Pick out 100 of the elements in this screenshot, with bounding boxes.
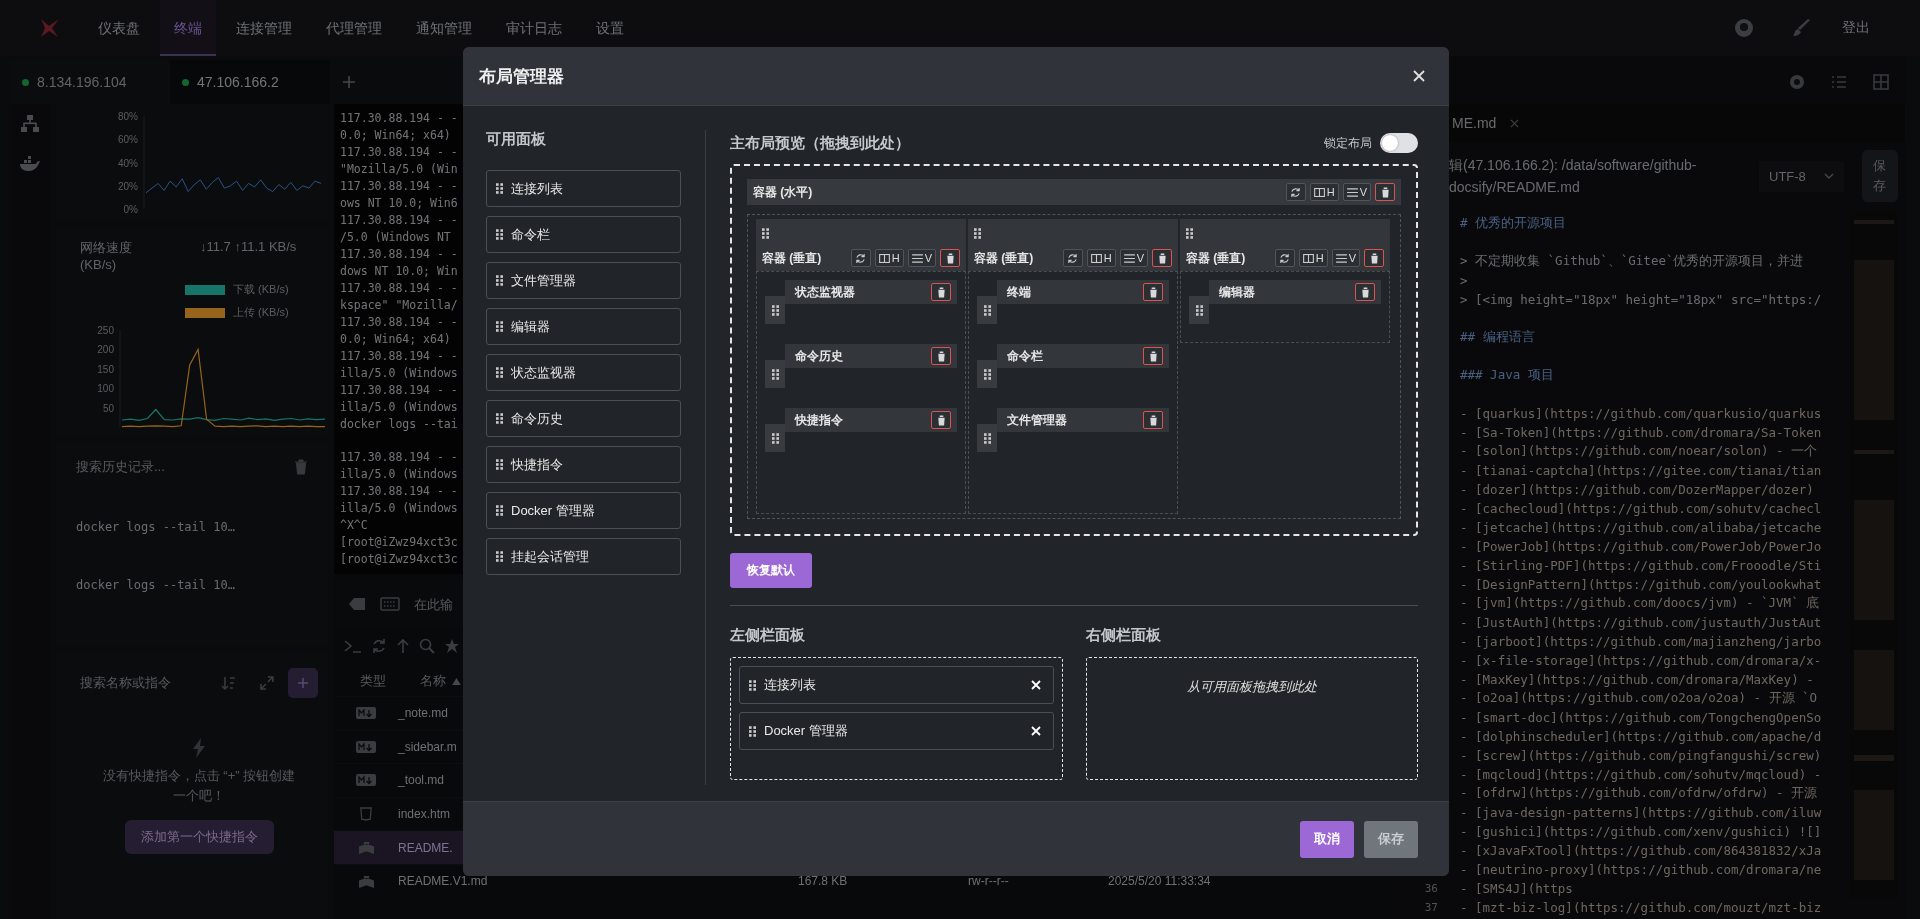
terminal-line: illa/5.0 (Windows bbox=[340, 399, 458, 416]
terminal-line: 117.30.88.194 - - bbox=[340, 144, 458, 161]
history-item[interactable]: docker logs --tail 10… bbox=[76, 520, 308, 534]
nav-tab[interactable]: 连接管理 bbox=[222, 0, 306, 56]
code-line: - [smart-doc](https://github.com/TongchengOpenSo bbox=[1460, 710, 1822, 725]
file-size: 167.8 KB bbox=[798, 874, 849, 889]
container-header[interactable]: 容器 (垂直) H V bbox=[1180, 219, 1390, 271]
code-line: - [jvm](https://github.com/doocs/jvm) - `JVM` 底 bbox=[1460, 595, 1820, 612]
panel-name: 命令历史 bbox=[795, 347, 843, 365]
code-line: - [gushici](https://github.com/xenv/gushici) ![] bbox=[1460, 824, 1822, 839]
panel-name: 终端 bbox=[1007, 283, 1031, 301]
nav-tab[interactable]: 通知管理 bbox=[402, 0, 486, 56]
rows-button[interactable]: V bbox=[1331, 249, 1360, 267]
sidebar-panel-item[interactable]: 连接列表 bbox=[739, 666, 1054, 704]
panel-name: 连接列表 bbox=[764, 676, 817, 694]
code-line: - [mzt-biz-log](https://github.com/mouzt/mzt-biz bbox=[1460, 900, 1822, 915]
container-label: 容器 (垂直) bbox=[974, 249, 1034, 267]
sidebar-panel-item[interactable]: Docker 管理器 bbox=[739, 712, 1054, 750]
container-label: 容器 (垂直) bbox=[1186, 249, 1246, 267]
file-name: README.V1.md bbox=[398, 874, 489, 889]
section-title: 可用面板 bbox=[486, 130, 547, 149]
panel-item[interactable]: 命令历史 bbox=[486, 400, 681, 437]
tick-label: 150 bbox=[97, 363, 114, 375]
panel-item[interactable]: 快捷指令 bbox=[486, 446, 681, 483]
code-line: ### Java 项目 bbox=[1460, 367, 1554, 384]
panel-item[interactable]: Docker 管理器 bbox=[486, 492, 681, 529]
code-line: - [tianai-captcha](https://gitee.com/tianai/tian bbox=[1460, 463, 1822, 478]
host-tab[interactable]: 47.106.166.2 bbox=[170, 60, 330, 104]
container-label: 容器 (水平) bbox=[753, 183, 813, 201]
host-address: 8.134.196.104 bbox=[37, 74, 127, 90]
terminal-line: /5.0 (Windows NT bbox=[340, 229, 451, 246]
container-header[interactable]: 容器 (水平) H V bbox=[747, 179, 1401, 205]
code-line: - [mqcloud](https://github.com/sohutv/mqcloud) - bbox=[1460, 767, 1822, 782]
tick-label: 20% bbox=[118, 180, 138, 192]
nav-tab[interactable]: 代理管理 bbox=[312, 0, 396, 56]
code-line: - [JustAuth](https://github.com/justauth/JustAut bbox=[1460, 615, 1822, 630]
tick-label: 60% bbox=[118, 134, 138, 146]
code-line: - [cachecloud](https://github.com/sohutv/cachecl bbox=[1460, 501, 1822, 516]
code-line: > 不定期收集 `Github`、`Gitee`优秀的开源项目，并进 bbox=[1460, 253, 1804, 270]
code-line: - [quarkus](https://github.com/quarkusio/quarkus bbox=[1460, 406, 1822, 421]
columns-button[interactable]: H bbox=[1086, 249, 1116, 267]
restore-default-button[interactable]: 恢复默认 bbox=[730, 553, 812, 588]
terminal-line: 117.30.88.194 - - bbox=[340, 483, 458, 500]
rows-button[interactable]: V bbox=[1119, 249, 1148, 267]
legend-label: 上传 (KB/s) bbox=[233, 305, 289, 320]
file-name: README. bbox=[398, 840, 454, 855]
code-line: - [ofdrw](https://github.com/ofdrw/ofdrw) - 开源 bbox=[1460, 785, 1818, 802]
code-line: - [DesignPattern](https://github.com/youlookwhat bbox=[1460, 577, 1822, 592]
columns-button[interactable]: H bbox=[874, 249, 904, 267]
terminal-line: 0.0; Win64; x64) bbox=[340, 127, 451, 144]
file-name: index.htm bbox=[398, 807, 452, 822]
terminal-line: 117.30.88.194 - - bbox=[340, 212, 458, 229]
code-line: > bbox=[1460, 273, 1468, 288]
panel-item[interactable]: 编辑器 bbox=[486, 308, 681, 345]
code-line: - [MaxKey](https://github.com/dromara/MaxKey) - bbox=[1460, 672, 1814, 687]
host-address: 47.106.166.2 bbox=[197, 74, 279, 90]
panel-item[interactable]: 命令栏 bbox=[486, 216, 681, 253]
cancel-button[interactable]: 取消 bbox=[1300, 820, 1354, 858]
container-header[interactable]: 容器 (垂直) H V bbox=[968, 219, 1178, 271]
panel-name: 命令栏 bbox=[1007, 347, 1043, 365]
code-line: - [neutrino-proxy](https://github.com/dromara/ne bbox=[1460, 862, 1822, 877]
panel-item[interactable]: 连接列表 bbox=[486, 170, 681, 207]
rows-button[interactable]: V bbox=[907, 249, 936, 267]
panel-item[interactable]: 挂起会话管理 bbox=[486, 538, 681, 575]
panel-name: 快捷指令 bbox=[511, 455, 563, 474]
tick-label: 200 bbox=[97, 344, 114, 356]
dialog-title: 布局管理器 bbox=[479, 65, 564, 88]
file-path: 辑(47.106.166.2): /data/software/github-docsify/README.md bbox=[1449, 156, 1698, 197]
panel-name: Docker 管理器 bbox=[511, 501, 595, 520]
columns-button[interactable]: H bbox=[1298, 249, 1328, 267]
code-line: - [Stirling-PDF](https://github.com/Frooodle/Sti bbox=[1460, 558, 1822, 573]
panel-item[interactable]: 状态监视器 bbox=[486, 354, 681, 391]
container-header[interactable]: 容器 (垂直) H V bbox=[756, 219, 966, 271]
logout-link[interactable]: 登出 bbox=[1842, 19, 1870, 37]
columns-button[interactable]: H bbox=[1309, 183, 1339, 201]
file-tab[interactable]: ME.md bbox=[1392, 115, 1520, 131]
command-input[interactable]: 在此输 bbox=[414, 596, 454, 612]
file-name: _tool.md bbox=[398, 773, 446, 788]
code-line: ## 编程语言 bbox=[1460, 329, 1535, 346]
code-line: - [jetcache](https://github.com/alibaba/jetcache bbox=[1460, 520, 1822, 535]
panel-name: 命令历史 bbox=[511, 409, 563, 428]
terminal-line: [root@iZwz94xct3c bbox=[340, 551, 458, 568]
code-line: - [o2oa](https://github.com/o2oa/o2oa) - 开源 `O bbox=[1460, 690, 1818, 707]
terminal-line: 117.30.88.194 - - bbox=[340, 449, 458, 466]
terminal-line: illa/5.0 (Windows bbox=[340, 466, 458, 483]
file-permissions: rw-r--r-- bbox=[968, 874, 1010, 889]
terminal-line: 117.30.88.194 - - bbox=[340, 314, 458, 331]
panel-item[interactable]: 文件管理器 bbox=[486, 262, 681, 299]
file-name: _note.md bbox=[398, 706, 450, 721]
panel-name: 连接列表 bbox=[511, 179, 563, 198]
tab-title: ME.md bbox=[1452, 115, 1497, 131]
nav-tab[interactable]: 仪表盘 bbox=[84, 0, 154, 56]
rows-button[interactable]: V bbox=[1342, 183, 1371, 201]
terminal-line: illa/5.0 (Windows bbox=[340, 365, 458, 382]
panel-name: 状态监视器 bbox=[795, 283, 855, 301]
history-item[interactable]: docker logs --tail 10… bbox=[76, 578, 308, 592]
code-line: # 优秀的开源项目 bbox=[1460, 215, 1567, 232]
terminal-line: 0.0; Win64; x64) bbox=[340, 331, 451, 348]
panel-name: Docker 管理器 bbox=[764, 722, 849, 740]
panel-name: 挂起会话管理 bbox=[511, 547, 589, 566]
